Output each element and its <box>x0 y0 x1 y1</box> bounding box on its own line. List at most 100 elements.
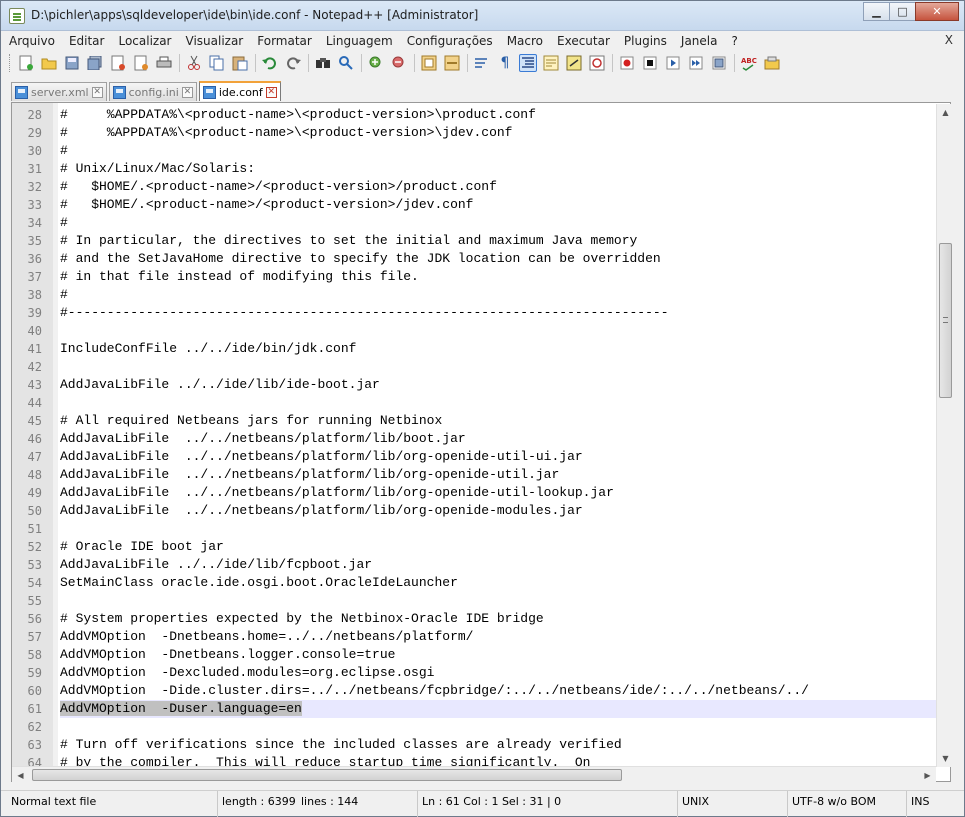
doc-map-icon[interactable] <box>542 54 560 72</box>
editor-line: 43 AddJavaLibFile ../../ide/lib/ide-boot.… <box>12 376 937 394</box>
show-all-chars-icon[interactable]: ¶ <box>496 54 514 72</box>
spell-check-icon[interactable]: ABC <box>740 54 758 72</box>
line-text[interactable]: # <box>60 142 937 160</box>
save-icon[interactable] <box>63 54 81 72</box>
line-text[interactable]: AddVMOption -Dnetbeans.logger.console=tr… <box>60 646 937 664</box>
menu-linguagem[interactable]: Linguagem <box>326 34 393 48</box>
line-text[interactable]: AddVMOption -Dide.cluster.dirs=../../net… <box>60 682 937 700</box>
sync-vertical-icon[interactable] <box>420 54 438 72</box>
sync-horizontal-icon[interactable] <box>443 54 461 72</box>
play-macro-icon[interactable] <box>664 54 682 72</box>
menu-configuracoes[interactable]: Configurações <box>407 34 493 48</box>
stop-record-icon[interactable] <box>641 54 659 72</box>
tab-server-xml[interactable]: server.xml ✕ <box>11 82 107 101</box>
line-text[interactable]: AddVMOption -Dnetbeans.home=../../netbea… <box>60 628 937 646</box>
line-text[interactable]: #---------------------------------------… <box>60 304 937 322</box>
scroll-left-arrow[interactable]: ◀ <box>12 767 29 784</box>
text-editor[interactable]: 28 # %APPDATA%\<product-name>\<product-ve… <box>11 102 951 782</box>
selected-text[interactable]: AddVMOption -Duser.language=en <box>60 701 302 716</box>
line-text[interactable] <box>60 592 937 610</box>
menu-macro[interactable]: Macro <box>507 34 543 48</box>
close-window-button[interactable]: ✕ <box>915 2 959 21</box>
menu-help[interactable]: ? <box>731 34 737 48</box>
copy-icon[interactable] <box>208 54 226 72</box>
paste-icon[interactable] <box>231 54 249 72</box>
print-icon[interactable] <box>155 54 173 72</box>
line-text[interactable]: # System properties expected by the Netb… <box>60 610 937 628</box>
line-text[interactable]: AddJavaLibFile ../../netbeans/platform/l… <box>60 448 937 466</box>
tab-config-ini[interactable]: config.ini ✕ <box>108 82 197 101</box>
save-macro-icon[interactable] <box>710 54 728 72</box>
undo-icon[interactable] <box>261 54 279 72</box>
horizontal-scroll-thumb[interactable] <box>32 769 622 781</box>
line-text[interactable]: SetMainClass oracle.ide.osgi.boot.Oracle… <box>60 574 937 592</box>
tab-ide-conf[interactable]: ide.conf ✕ <box>198 81 281 101</box>
line-text[interactable]: # Turn off verifications since the inclu… <box>60 736 937 754</box>
indent-guide-icon[interactable] <box>519 54 537 72</box>
menu-executar[interactable]: Executar <box>557 34 610 48</box>
redo-icon[interactable] <box>284 54 302 72</box>
menu-visualizar[interactable]: Visualizar <box>186 34 244 48</box>
line-text[interactable]: AddJavaLibFile ../../ide/lib/ide-boot.ja… <box>60 376 937 394</box>
line-text[interactable]: AddJavaLibFile ../../netbeans/platform/l… <box>60 430 937 448</box>
close-icon[interactable] <box>109 54 127 72</box>
line-text[interactable]: # In particular, the directives to set t… <box>60 232 937 250</box>
scroll-right-arrow[interactable]: ▶ <box>919 767 936 784</box>
vertical-scrollbar[interactable]: ▲ ▼ <box>936 104 953 767</box>
line-text[interactable]: # <box>60 286 937 304</box>
maximize-button[interactable]: □ <box>889 2 916 21</box>
menu-formatar[interactable]: Formatar <box>257 34 312 48</box>
line-text[interactable] <box>60 394 937 412</box>
line-text[interactable]: # Unix/Linux/Mac/Solaris: <box>60 160 937 178</box>
cut-icon[interactable] <box>185 54 203 72</box>
line-text[interactable]: AddJavaLibFile ../../netbeans/platform/l… <box>60 484 937 502</box>
misc-plugin-icon[interactable] <box>763 54 781 72</box>
function-list-icon[interactable] <box>565 54 583 72</box>
line-text[interactable] <box>60 358 937 376</box>
horizontal-scrollbar[interactable]: ◀ ▶ <box>12 766 936 783</box>
tab-close-icon[interactable]: ✕ <box>181 86 193 98</box>
line-text[interactable]: # in that file instead of modifying this… <box>60 268 937 286</box>
save-all-icon[interactable] <box>86 54 104 72</box>
menu-localizar[interactable]: Localizar <box>118 34 171 48</box>
line-text[interactable]: # All required Netbeans jars for running… <box>60 412 937 430</box>
find-icon[interactable] <box>314 54 332 72</box>
vertical-scroll-thumb[interactable] <box>939 243 952 398</box>
zoom-out-icon[interactable] <box>390 54 408 72</box>
close-all-icon[interactable] <box>132 54 150 72</box>
open-file-icon[interactable] <box>40 54 58 72</box>
line-text[interactable]: AddVMOption -Dexcluded.modules=org.eclip… <box>60 664 937 682</box>
line-text[interactable]: AddJavaLibFile ../../netbeans/platform/l… <box>60 502 937 520</box>
line-text[interactable]: AddJavaLibFile ../../netbeans/platform/l… <box>60 466 937 484</box>
line-text[interactable]: # <box>60 214 937 232</box>
line-text[interactable]: # %APPDATA%\<product-name>\<product-vers… <box>60 106 937 124</box>
line-text[interactable]: # and the SetJavaHome directive to speci… <box>60 250 937 268</box>
word-wrap-icon[interactable] <box>473 54 491 72</box>
scroll-up-arrow[interactable]: ▲ <box>937 104 954 121</box>
line-text[interactable]: # $HOME/.<product-name>/<product-version… <box>60 178 937 196</box>
line-text[interactable] <box>60 322 937 340</box>
menu-arquivo[interactable]: Arquivo <box>9 34 55 48</box>
scroll-down-arrow[interactable]: ▼ <box>937 750 954 767</box>
menu-plugins[interactable]: Plugins <box>624 34 667 48</box>
close-document-button[interactable]: X <box>945 33 953 47</box>
minimize-button[interactable]: ▁ <box>863 2 890 21</box>
line-text[interactable]: # %APPDATA%\<product-name>\<product-vers… <box>60 124 937 142</box>
line-text[interactable] <box>60 718 937 736</box>
line-text[interactable]: IncludeConfFile ../../ide/bin/jdk.conf <box>60 340 937 358</box>
menu-editar[interactable]: Editar <box>69 34 105 48</box>
line-text[interactable]: # Oracle IDE boot jar <box>60 538 937 556</box>
line-text[interactable] <box>60 520 937 538</box>
record-macro-icon[interactable] <box>618 54 636 72</box>
line-text[interactable]: AddJavaLibFile ../../ide/lib/fcpboot.jar <box>60 556 937 574</box>
tab-close-icon[interactable]: ✕ <box>265 86 277 98</box>
zoom-in-icon[interactable] <box>367 54 385 72</box>
play-macro-multiple-icon[interactable] <box>687 54 705 72</box>
replace-icon[interactable] <box>337 54 355 72</box>
line-text[interactable]: AddVMOption -Duser.language=en <box>60 700 937 718</box>
new-file-icon[interactable] <box>17 54 35 72</box>
tab-close-icon[interactable]: ✕ <box>91 86 103 98</box>
menu-janela[interactable]: Janela <box>681 34 718 48</box>
line-text[interactable]: # $HOME/.<product-name>/<product-version… <box>60 196 937 214</box>
folder-workspace-icon[interactable] <box>588 54 606 72</box>
